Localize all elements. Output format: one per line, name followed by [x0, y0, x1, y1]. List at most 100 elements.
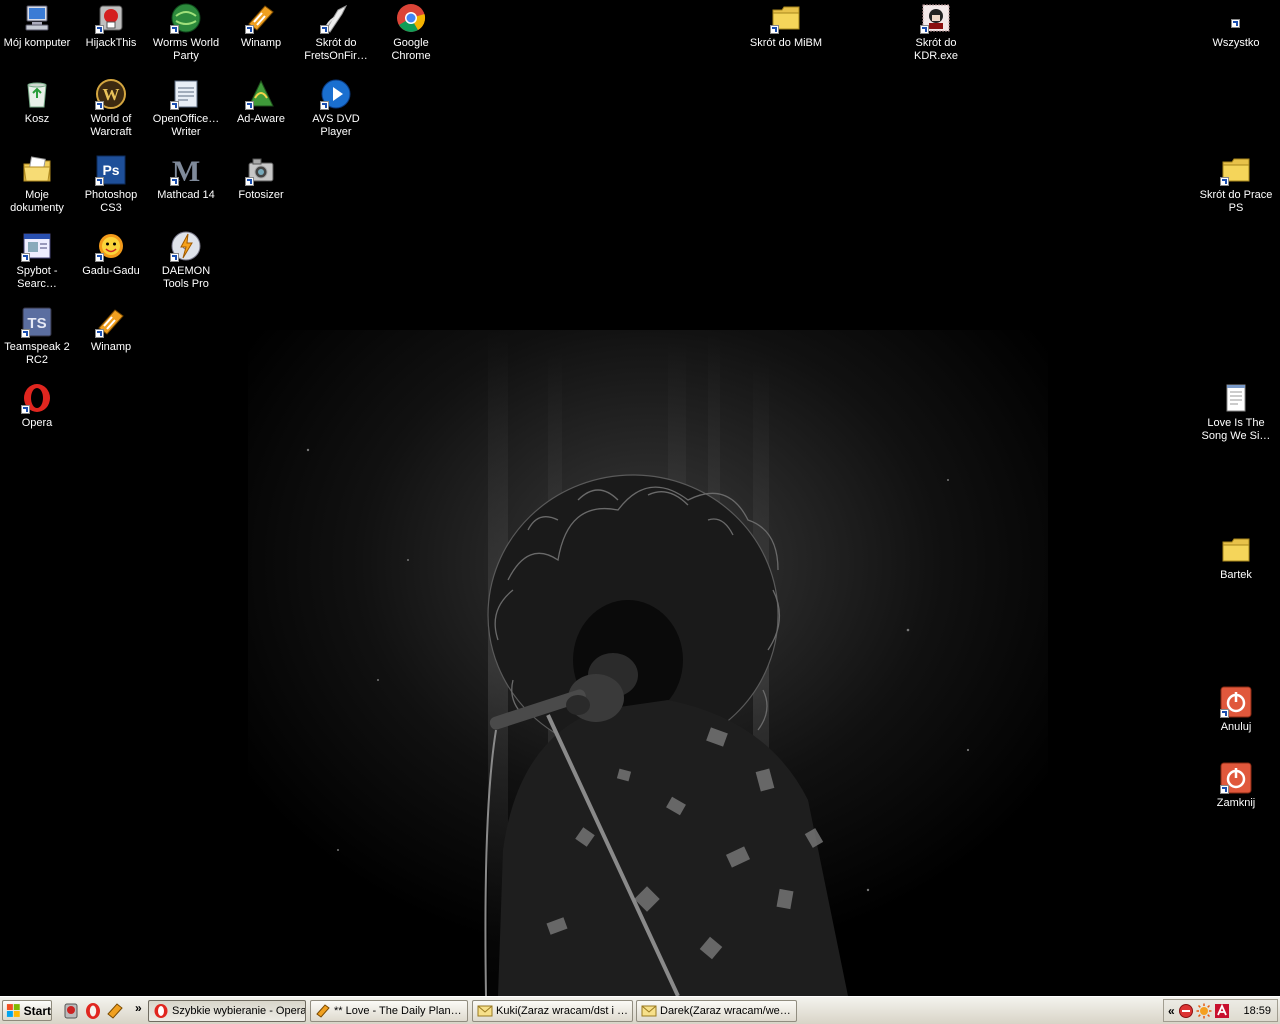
taskbar-button-label: ** Love - The Daily Plan… — [334, 1005, 462, 1017]
desktop-icon-winamp-1[interactable]: Winamp — [224, 0, 298, 50]
taskbar-button-label: Szybkie wybieranie - Opera — [172, 1005, 306, 1017]
quicklaunch-hijackthis[interactable] — [62, 1002, 80, 1020]
desktop-icon-label: Mathcad 14 — [157, 189, 215, 201]
desktop-icon-world-of-warcraft[interactable]: W World of Warcraft — [74, 76, 148, 139]
desktop-icon-avs-dvd-player[interactable]: AVS DVD Player — [299, 76, 373, 139]
desktop-icon-opera[interactable]: Opera — [0, 380, 74, 430]
desktop-icon-fretsonfire[interactable]: Skrót do FretsOnFir… — [299, 0, 373, 63]
power-icon — [1220, 686, 1252, 718]
desktop-icon-google-chrome[interactable]: Google Chrome — [374, 0, 448, 63]
desktop-icon-label: Skrót do MiBM — [749, 37, 823, 49]
winamp-icon — [245, 2, 277, 34]
shortcut-arrow-icon — [170, 101, 179, 110]
desktop-icon-my-computer[interactable]: Mój komputer — [0, 0, 74, 50]
desktop-icon-bartek[interactable]: Bartek — [1199, 532, 1273, 582]
desktop-icon-mathcad[interactable]: M Mathcad 14 — [149, 152, 223, 202]
shortcut-arrow-icon — [1220, 785, 1229, 794]
desktop-icon-shortcut-mibm[interactable]: Skrót do MiBM — [749, 0, 823, 50]
shortcut-arrow-icon — [1220, 177, 1229, 186]
tray-expand-chevron[interactable]: « — [1168, 1004, 1175, 1018]
desktop-icon-love-is-the-song[interactable]: Love Is The Song We Si… — [1199, 380, 1273, 443]
frets-icon — [320, 2, 352, 34]
desktop-icon-label: HijackThis — [85, 37, 137, 49]
windows-logo-icon — [6, 1004, 20, 1017]
hijackthis-icon — [64, 1003, 78, 1019]
desktop-icon-label: Skrót do KDR.exe — [913, 37, 959, 62]
desktop-icon-gadu-gadu[interactable]: Gadu-Gadu — [74, 228, 148, 278]
quicklaunch-winamp[interactable] — [106, 1002, 124, 1020]
desktop-icon-label: Bartek — [1220, 569, 1252, 581]
desktop-icon-label: Google Chrome — [391, 37, 431, 62]
desktop-icon-openoffice-writer[interactable]: OpenOffice… Writer — [149, 76, 223, 139]
start-button[interactable]: Start — [2, 1000, 52, 1021]
desktop-icon-hijackthis[interactable]: HijackThis — [74, 0, 148, 50]
desktop-icon-daemon-tools[interactable]: DAEMON Tools Pro — [149, 228, 223, 291]
antivirus-icon — [1214, 1003, 1229, 1018]
taskbar-button-opera[interactable]: Szybkie wybieranie - Opera — [148, 1000, 306, 1022]
wallpaper-image — [248, 330, 1048, 996]
chrome-icon — [395, 2, 427, 34]
desktop-icon-wszystko[interactable]: Wszystko — [1199, 0, 1273, 50]
desktop-icon-label: Love Is The Song We Si… — [1201, 417, 1271, 442]
shortcut-arrow-icon — [320, 101, 329, 110]
desktop-icon-photoshop[interactable]: Ps Photoshop CS3 — [74, 152, 148, 215]
shortcut-arrow-icon — [21, 253, 30, 262]
desktop: Mój komputer Kosz Moje dokumenty Spybot … — [0, 0, 1280, 996]
svg-text:Ps: Ps — [102, 162, 119, 178]
worms-icon — [170, 2, 202, 34]
taskbar: Start » Szybkie wybieranie - Opera ** Lo… — [0, 996, 1280, 1024]
desktop-icon-zamknij[interactable]: Zamknij — [1199, 760, 1273, 810]
desktop-icon-shortcut-prace-ps[interactable]: Skrót do Prace PS — [1199, 152, 1273, 215]
quicklaunch-chevron[interactable]: » — [135, 1001, 142, 1015]
desktop-icon-label: Moje dokumenty — [10, 189, 64, 214]
sun-icon — [1196, 1003, 1212, 1018]
tray-red-shield[interactable] — [1178, 1003, 1194, 1019]
shortcut-arrow-icon — [95, 329, 104, 338]
folder-icon — [1220, 534, 1252, 566]
shortcut-arrow-icon — [95, 177, 104, 186]
shortcut-arrow-icon — [21, 405, 30, 414]
desktop-icon-winamp-2[interactable]: Winamp — [74, 304, 148, 354]
tray-antivirus[interactable] — [1214, 1003, 1230, 1019]
desktop-icon-ad-aware[interactable]: Ad-Aware — [224, 76, 298, 126]
hijackthis-icon — [95, 2, 127, 34]
taskbar-button-winamp[interactable]: ** Love - The Daily Plan… — [310, 1000, 468, 1022]
desktop-icon-teamspeak[interactable]: TS Teamspeak 2 RC2 — [0, 304, 74, 367]
opera-icon — [86, 1003, 100, 1019]
desktop-icon-spybot[interactable]: Spybot - Searc… — [0, 228, 74, 291]
red-shield-icon — [1178, 1003, 1193, 1018]
desktop-icon-label: Wszystko — [1212, 37, 1260, 49]
desktop-icon-label: Ad-Aware — [236, 113, 286, 125]
shortcut-arrow-icon — [770, 25, 779, 34]
start-label: Start — [23, 1003, 51, 1018]
shortcut-arrow-icon — [170, 177, 179, 186]
desktop-icon-shortcut-kdr[interactable]: Skrót do KDR.exe — [899, 0, 973, 63]
shortcut-arrow-icon — [1220, 709, 1229, 718]
my-computer-icon — [21, 2, 53, 34]
taskbar-button-chat-darek[interactable]: Darek(Zaraz wracam/we… — [636, 1000, 797, 1022]
spybot-icon — [21, 230, 53, 262]
writer-icon — [170, 78, 202, 110]
desktop-icon-worms[interactable]: Worms World Party — [149, 0, 223, 63]
shortcut-arrow-icon — [1231, 19, 1240, 28]
opera-icon — [154, 1004, 168, 1018]
quicklaunch-opera[interactable] — [84, 1002, 102, 1020]
taskbar-button-label: Kuki(Zaraz wracam/dst i … — [496, 1005, 629, 1017]
desktop-icon-label: Fotosizer — [238, 189, 284, 201]
desktop-icon-anuluj[interactable]: Anuluj — [1199, 684, 1273, 734]
tray-sun[interactable] — [1196, 1003, 1212, 1019]
taskbar-button-chat-kuki[interactable]: Kuki(Zaraz wracam/dst i … — [472, 1000, 633, 1022]
desktop-icon-label: Spybot - Searc… — [16, 265, 58, 290]
desktop-icon-label: Skrót do Prace PS — [1199, 189, 1273, 214]
photoshop-icon: Ps — [95, 154, 127, 186]
system-tray: « 18:59 — [1163, 999, 1278, 1022]
desktop-icon-label: Gadu-Gadu — [82, 265, 140, 277]
recycle-bin-icon — [21, 78, 53, 110]
wow-icon: W — [95, 78, 127, 110]
desktop-icon-my-documents[interactable]: Moje dokumenty — [0, 152, 74, 215]
desktop-icon-label: OpenOffice… Writer — [152, 113, 220, 138]
desktop-icon-fotosizer[interactable]: Fotosizer — [224, 152, 298, 202]
desktop-icon-recycle-bin[interactable]: Kosz — [0, 76, 74, 126]
tray-clock[interactable]: 18:59 — [1243, 1005, 1271, 1017]
text-document-icon — [1220, 382, 1252, 414]
